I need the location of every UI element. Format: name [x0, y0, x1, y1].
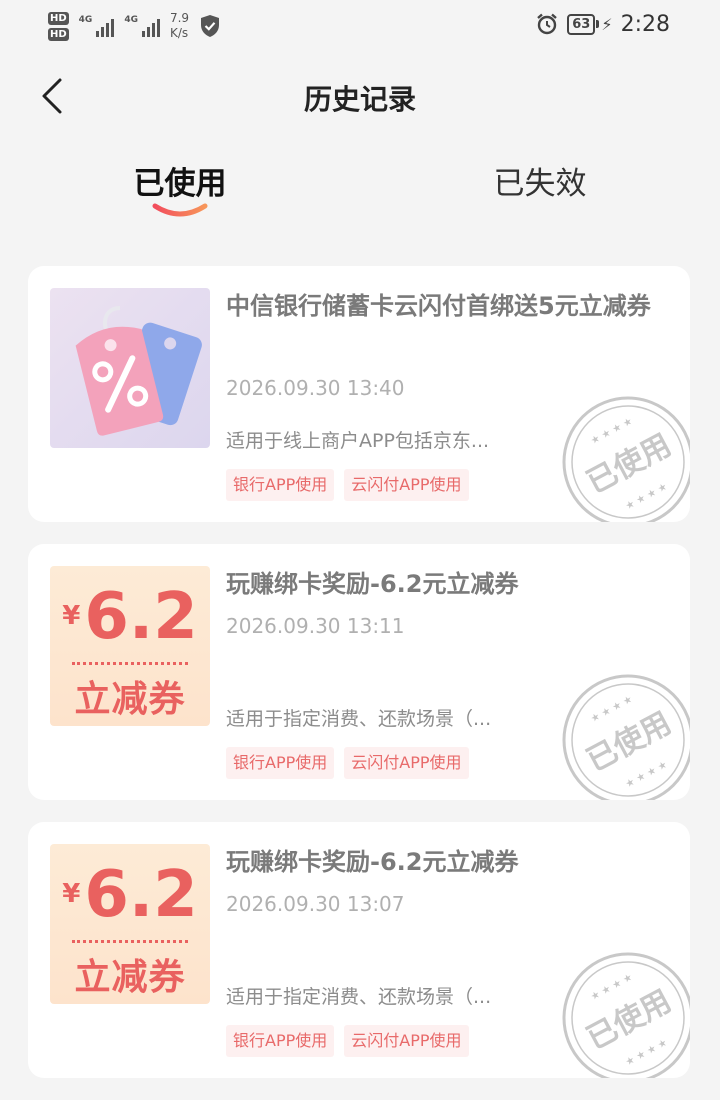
- svg-text:★ ★ ★ ★: ★ ★ ★ ★: [624, 1037, 669, 1068]
- coupon-time: 2026.09.30 13:11: [226, 614, 405, 638]
- coupon-time: 2026.09.30 13:07: [226, 892, 405, 916]
- coupon-amount: ¥6.2: [50, 858, 210, 932]
- coupon-tags: 银行APP使用 云闪付APP使用: [226, 747, 469, 779]
- used-stamp-icon: 已使用 ★ ★ ★ ★ ★ ★ ★ ★: [562, 674, 690, 800]
- svg-text:★ ★ ★ ★: ★ ★ ★ ★: [589, 972, 634, 1003]
- svg-text:★ ★ ★ ★: ★ ★ ★ ★: [589, 694, 634, 725]
- network-type-2: 4G: [124, 15, 138, 25]
- page-header: 历史记录: [0, 64, 720, 128]
- tag-bank-app: 银行APP使用: [226, 1025, 335, 1057]
- dotted-divider: [72, 940, 188, 943]
- svg-text:★ ★ ★ ★: ★ ★ ★ ★: [624, 481, 669, 512]
- coupon-thumbnail: ¥6.2 立减券: [50, 844, 210, 1004]
- battery-icon: 63 ⚡: [567, 13, 613, 35]
- status-left: HD HD 4G 4G 7.9 K/s: [48, 6, 221, 46]
- tab-active-indicator: [152, 203, 208, 217]
- coupon-card[interactable]: ¥6.2 立减券 玩赚绑卡奖励-6.2元立减券 2026.09.30 13:11…: [28, 544, 690, 800]
- battery-level: 63: [567, 13, 596, 35]
- status-right: 63 ⚡ 2:28: [535, 8, 670, 40]
- tab-expired[interactable]: 已失效: [440, 158, 640, 210]
- tab-expired-label: 已失效: [493, 166, 587, 202]
- used-stamp-icon: 已使用 ★ ★ ★ ★ ★ ★ ★ ★: [562, 952, 690, 1078]
- coupon-title: 玩赚绑卡奖励-6.2元立减券: [226, 570, 519, 598]
- hd-indicators: HD HD: [48, 11, 69, 41]
- coupon-amount-value: 6.2: [84, 858, 198, 932]
- coupon-card[interactable]: ¥6.2 立减券 玩赚绑卡奖励-6.2元立减券 2026.09.30 13:07…: [28, 822, 690, 1078]
- tag-bank-app: 银行APP使用: [226, 747, 335, 779]
- dotted-divider: [72, 662, 188, 665]
- coupon-thumbnail: ¥6.2 立减券: [50, 566, 210, 726]
- currency-symbol: ¥: [62, 879, 81, 909]
- status-time: 2:28: [620, 11, 670, 37]
- coupon-thumb-label: 立减券: [74, 957, 186, 998]
- signal-icon-2: 4G: [124, 15, 160, 37]
- coupon-thumb-label: 立减券: [74, 679, 186, 720]
- discount-tag-icon: [75, 306, 202, 436]
- coupon-card[interactable]: 中信银行储蓄卡云闪付首绑送5元立减券 2026.09.30 13:40 适用于线…: [28, 266, 690, 522]
- tag-unionpay-app: 云闪付APP使用: [344, 469, 469, 501]
- coupon-thumbnail: [50, 288, 210, 448]
- status-bar: HD HD 4G 4G 7.9 K/s 63 ⚡ 2:28: [0, 0, 720, 48]
- coupon-title: 玩赚绑卡奖励-6.2元立减券: [226, 848, 519, 876]
- charging-bolt-icon: ⚡: [601, 14, 613, 34]
- tag-bank-app: 银行APP使用: [226, 469, 335, 501]
- svg-text:★ ★ ★ ★: ★ ★ ★ ★: [589, 416, 634, 447]
- network-type-1: 4G: [78, 15, 93, 25]
- tag-unionpay-app: 云闪付APP使用: [344, 1025, 469, 1057]
- used-stamp-icon: 已使用 ★ ★ ★ ★ ★ ★ ★ ★: [562, 396, 690, 522]
- coupon-amount-value: 6.2: [84, 580, 198, 654]
- page-title: 历史记录: [303, 83, 416, 116]
- signal-icon-1: 4G: [79, 15, 115, 37]
- coupon-amount: ¥6.2: [50, 580, 210, 654]
- svg-text:★ ★ ★ ★: ★ ★ ★ ★: [624, 759, 669, 790]
- coupon-description: 适用于指定消费、还款场景（...: [226, 708, 492, 730]
- currency-symbol: ¥: [62, 601, 81, 631]
- coupon-tags: 银行APP使用 云闪付APP使用: [226, 1025, 469, 1057]
- hd-badge-1: HD: [48, 11, 69, 25]
- tag-unionpay-app: 云闪付APP使用: [344, 747, 469, 779]
- coupon-tags: 银行APP使用 云闪付APP使用: [226, 469, 469, 501]
- coupon-description: 适用于指定消费、还款场景（...: [226, 986, 492, 1008]
- coupon-description: 适用于线上商户APP包括京东...: [226, 430, 490, 452]
- alarm-clock-icon: [537, 13, 558, 35]
- coupon-title: 中信银行储蓄卡云闪付首绑送5元立减券: [226, 292, 651, 320]
- hd-badge-2: HD: [48, 27, 69, 41]
- network-speed-unit: K/s: [169, 26, 189, 40]
- tab-used[interactable]: 已使用: [80, 158, 280, 217]
- coupon-list: 中信银行储蓄卡云闪付首绑送5元立减券 2026.09.30 13:40 适用于线…: [28, 266, 690, 1100]
- network-speed: 7.9 K/s: [170, 11, 189, 41]
- tab-bar: 已使用 已失效: [0, 158, 720, 228]
- network-speed-value: 7.9: [169, 11, 190, 25]
- shield-check-icon: [201, 15, 220, 37]
- coupon-time: 2026.09.30 13:40: [226, 376, 405, 400]
